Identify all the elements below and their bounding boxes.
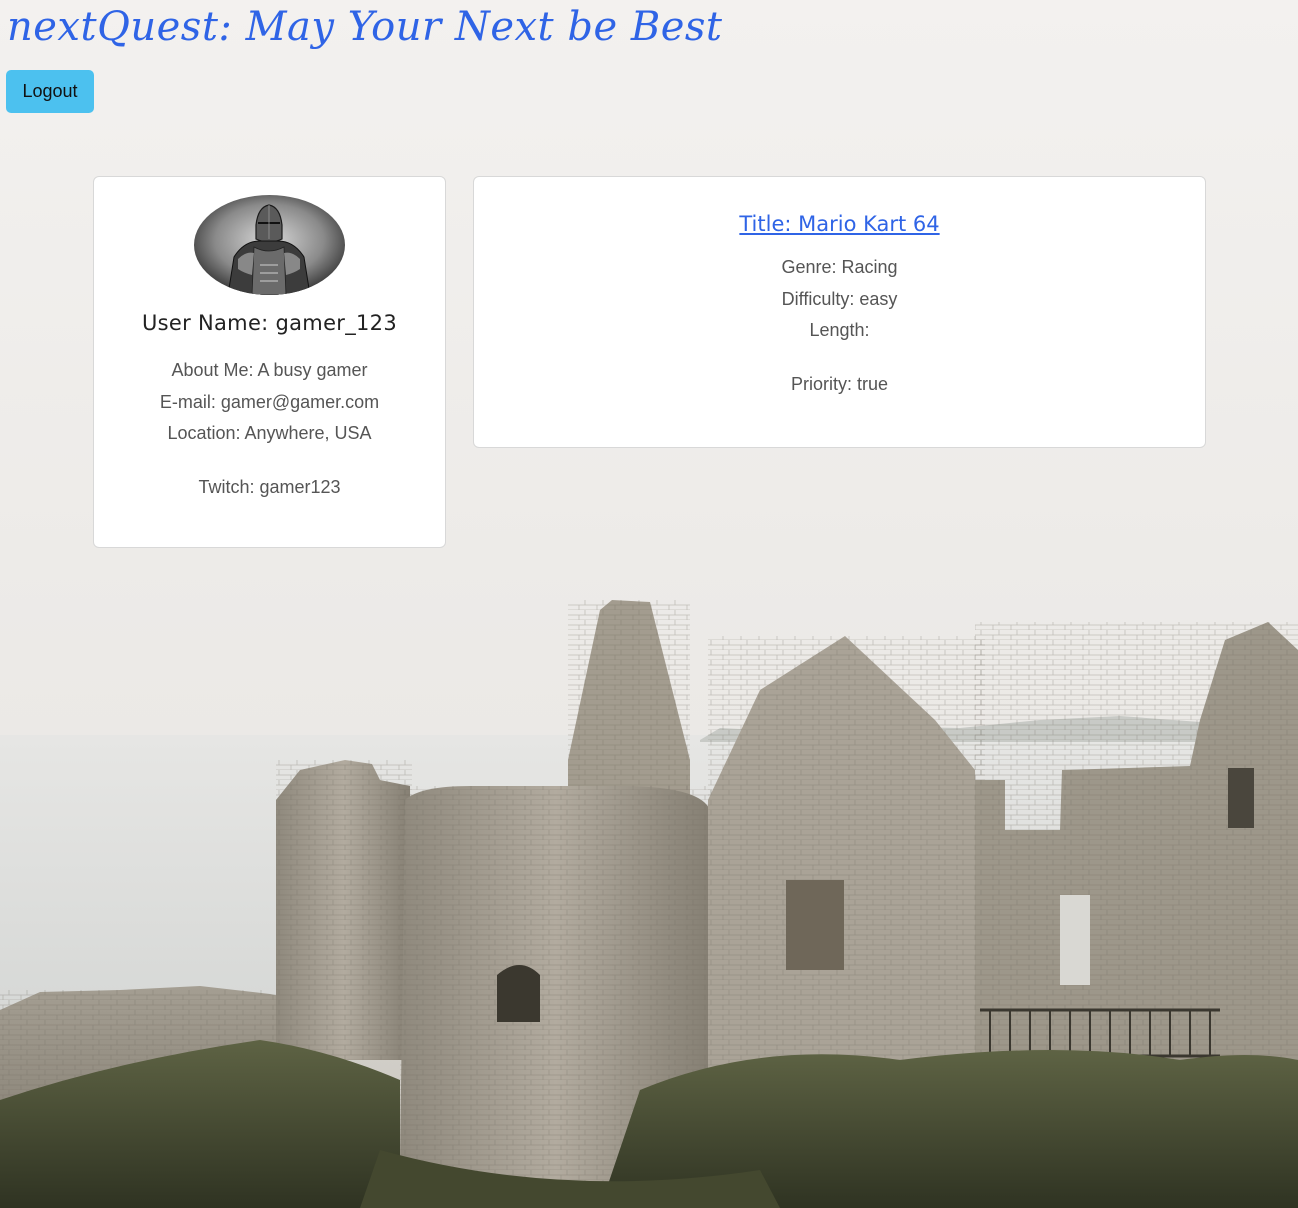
- profile-details: About Me: A busy gamer E-mail: gamer@gam…: [94, 355, 445, 503]
- game-details: Genre: Racing Difficulty: easy Length: P…: [474, 252, 1205, 400]
- game-card: Title: Mario Kart 64 Genre: Racing Diffi…: [473, 176, 1206, 448]
- logout-button[interactable]: Logout: [6, 70, 94, 113]
- difficulty-text: Difficulty: easy: [781, 288, 898, 309]
- location-text: Location: Anywhere, USA: [167, 423, 372, 443]
- genre-text: Genre: Racing: [781, 257, 898, 277]
- knight-armor-avatar-icon: [194, 195, 345, 295]
- app-title: nextQuest: May Your Next be Best: [7, 4, 723, 50]
- length-text: Length:: [809, 320, 870, 340]
- email-text: E-mail: gamer@gamer.com: [159, 391, 380, 412]
- twitch-text: Twitch: gamer123: [198, 476, 341, 497]
- priority-text: Priority: true: [790, 373, 889, 394]
- game-title-link[interactable]: Title: Mario Kart 64: [739, 212, 939, 236]
- profile-card: User Name: gamer_123 About Me: A busy ga…: [93, 176, 446, 548]
- about-me-text: About Me: A busy gamer: [171, 360, 368, 380]
- user-name: User Name: gamer_123: [141, 311, 398, 335]
